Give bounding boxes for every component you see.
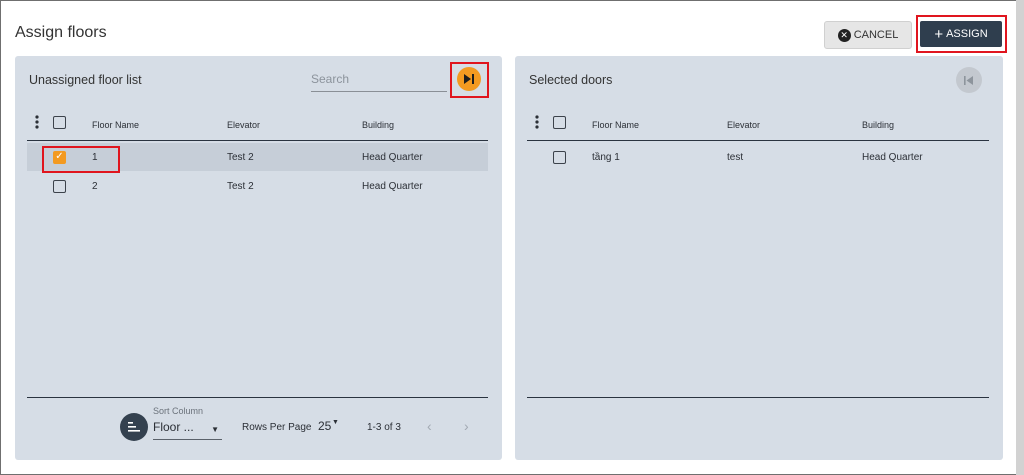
column-header-building[interactable]: Building	[362, 120, 394, 130]
table-row[interactable]: 2 Test 2 Head Quarter	[27, 172, 488, 200]
header-divider	[27, 140, 488, 141]
column-header-floor-name[interactable]: Floor Name	[592, 120, 639, 130]
more-vert-icon[interactable]	[535, 115, 539, 129]
skip-back-icon	[964, 75, 973, 85]
sort-column-label: Sort Column	[153, 406, 204, 416]
more-vert-icon[interactable]	[35, 115, 39, 129]
row-checkbox[interactable]	[53, 180, 66, 193]
sort-column-select[interactable]: Floor ... ▼	[153, 420, 222, 440]
table-header: Floor Name Elevator Building	[15, 112, 502, 142]
cell-building: Head Quarter	[862, 152, 923, 163]
column-header-elevator[interactable]: Elevator	[727, 120, 760, 130]
next-page-icon[interactable]: ›	[464, 418, 469, 434]
rows-per-page-label: Rows Per Page	[242, 422, 312, 433]
caret-down-icon: ▼	[211, 425, 219, 434]
prev-page-icon[interactable]: ‹	[427, 418, 432, 434]
pagination-info: 1-3 of 3	[367, 422, 401, 433]
dialog-title: Assign floors	[15, 24, 107, 41]
selected-doors-panel: Selected doors Floor Name Elevator Build…	[515, 56, 1003, 460]
panel-title: Selected doors	[529, 73, 613, 87]
sort-icon	[128, 422, 140, 432]
cell-floor-name: tầng 1	[592, 152, 620, 163]
column-header-floor-name[interactable]: Floor Name	[92, 120, 139, 130]
caret-down-icon[interactable]: ▼	[332, 419, 339, 426]
rows-per-page-select[interactable]: 25	[318, 419, 331, 433]
move-back-button[interactable]	[956, 67, 982, 93]
cancel-button-label: CANCEL	[853, 29, 899, 41]
cell-building: Head Quarter	[362, 181, 423, 192]
sort-button[interactable]	[120, 413, 148, 441]
cell-elevator: test	[727, 152, 744, 163]
move-to-selected-button[interactable]	[457, 67, 481, 91]
unassigned-floor-panel: Unassigned floor list Search Floor Name …	[15, 56, 502, 460]
search-input[interactable]: Search	[311, 70, 447, 92]
select-all-checkbox[interactable]	[53, 116, 66, 129]
footer-divider	[27, 397, 488, 398]
close-circle-icon: ✕	[837, 28, 851, 42]
plus-icon: +	[934, 25, 944, 43]
cell-elevator: Test 2	[227, 152, 254, 163]
assign-button-label: ASSIGN	[946, 28, 988, 40]
footer-divider	[527, 397, 989, 398]
selected-row-highlight	[42, 146, 120, 173]
sort-column-value: Floor ...	[153, 420, 194, 434]
assign-button[interactable]: + ASSIGN	[920, 21, 1002, 47]
panel-title: Unassigned floor list	[29, 73, 142, 87]
table-row[interactable]: tầng 1 test Head Quarter	[527, 143, 989, 171]
column-header-elevator[interactable]: Elevator	[227, 120, 260, 130]
window-edge	[1016, 0, 1024, 475]
select-all-checkbox[interactable]	[553, 116, 566, 129]
column-header-building[interactable]: Building	[862, 120, 894, 130]
table-header: Floor Name Elevator Building	[515, 112, 1003, 142]
cell-floor-name: 2	[92, 181, 98, 192]
cancel-button[interactable]: ✕ CANCEL	[824, 21, 912, 49]
header-divider	[527, 140, 989, 141]
row-checkbox[interactable]	[553, 151, 566, 164]
skip-forward-icon	[464, 74, 474, 84]
cell-elevator: Test 2	[227, 181, 254, 192]
cell-building: Head Quarter	[362, 152, 423, 163]
